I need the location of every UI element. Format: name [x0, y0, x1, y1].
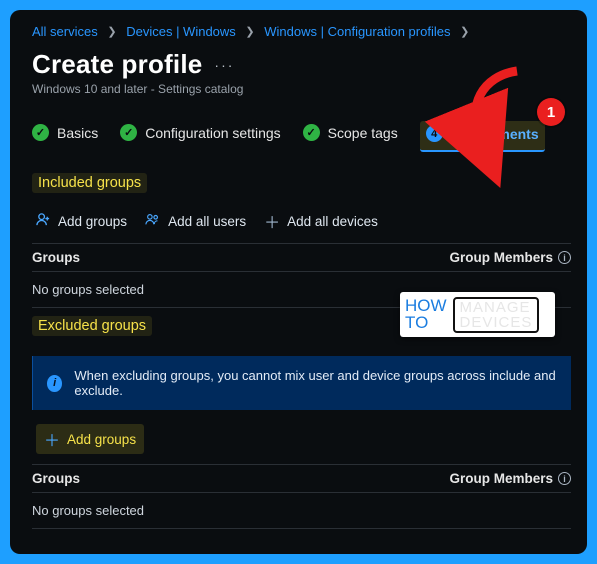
- banner-text: When excluding groups, you cannot mix us…: [74, 368, 557, 398]
- column-members: Group Members: [449, 471, 553, 486]
- wizard-steps: ✓ Basics ✓ Configuration settings ✓ Scop…: [32, 121, 571, 153]
- add-all-users-button[interactable]: Add all users: [145, 209, 246, 233]
- excluded-actions: ＋ Add groups: [36, 424, 571, 454]
- info-banner: i When excluding groups, you cannot mix …: [32, 356, 571, 410]
- step-assignments[interactable]: 4 Assignments: [420, 121, 545, 152]
- action-label: Add groups: [58, 214, 127, 229]
- person-add-icon: [36, 212, 51, 231]
- people-icon: [145, 212, 161, 231]
- action-label: Add all users: [168, 214, 246, 229]
- step-label: Scope tags: [328, 125, 398, 141]
- app-frame: All services ❯ Devices | Windows ❯ Windo…: [10, 10, 587, 554]
- breadcrumb-link-devices[interactable]: Devices | Windows: [126, 24, 236, 39]
- step-configuration[interactable]: ✓ Configuration settings: [120, 124, 280, 149]
- step-number-icon: 4: [426, 125, 443, 142]
- chevron-right-icon: ❯: [107, 26, 116, 38]
- breadcrumb: All services ❯ Devices | Windows ❯ Windo…: [32, 24, 571, 39]
- annotation-badge: 1: [537, 98, 565, 126]
- plus-icon: ＋: [44, 427, 60, 451]
- watermark-text: DEVICES: [460, 315, 533, 330]
- breadcrumb-link-profiles[interactable]: Windows | Configuration profiles: [264, 24, 450, 39]
- column-groups: Groups: [32, 250, 80, 265]
- add-all-devices-button[interactable]: ＋ Add all devices: [264, 209, 378, 233]
- excluded-table-header: Groups Group Members i: [32, 464, 571, 493]
- step-label: Basics: [57, 125, 98, 141]
- included-table-header: Groups Group Members i: [32, 243, 571, 272]
- column-groups: Groups: [32, 471, 80, 486]
- page-title: Create profile: [32, 49, 202, 80]
- check-icon: ✓: [32, 124, 49, 141]
- action-label: Add all devices: [287, 214, 378, 229]
- add-groups-button[interactable]: ＋ Add groups: [36, 424, 144, 454]
- plus-icon: ＋: [264, 209, 280, 233]
- step-label: Configuration settings: [145, 125, 280, 141]
- excluded-empty-row: No groups selected: [32, 493, 571, 529]
- chevron-right-icon: ❯: [460, 26, 469, 38]
- watermark-text: MANAGE: [460, 300, 533, 315]
- excluded-groups-heading: Excluded groups: [32, 316, 152, 336]
- info-icon[interactable]: i: [558, 472, 571, 485]
- watermark-logo: HOW TO MANAGE DEVICES: [400, 292, 555, 337]
- page-subtitle: Windows 10 and later - Settings catalog: [32, 82, 571, 96]
- step-basics[interactable]: ✓ Basics: [32, 124, 98, 149]
- watermark-text: TO: [405, 315, 447, 331]
- check-icon: ✓: [120, 124, 137, 141]
- action-label: Add groups: [67, 432, 136, 447]
- breadcrumb-link-services[interactable]: All services: [32, 24, 98, 39]
- chevron-right-icon: ❯: [245, 26, 254, 38]
- add-groups-button[interactable]: Add groups: [36, 209, 127, 233]
- info-icon[interactable]: i: [558, 251, 571, 264]
- included-actions: Add groups Add all users ＋ Add all devic…: [36, 209, 571, 233]
- step-scope-tags[interactable]: ✓ Scope tags: [303, 124, 398, 149]
- info-icon: i: [47, 375, 62, 392]
- step-label: Assignments: [451, 126, 539, 142]
- included-groups-heading: Included groups: [32, 173, 147, 193]
- column-members: Group Members: [449, 250, 553, 265]
- more-actions-button[interactable]: ···: [214, 57, 234, 73]
- check-icon: ✓: [303, 124, 320, 141]
